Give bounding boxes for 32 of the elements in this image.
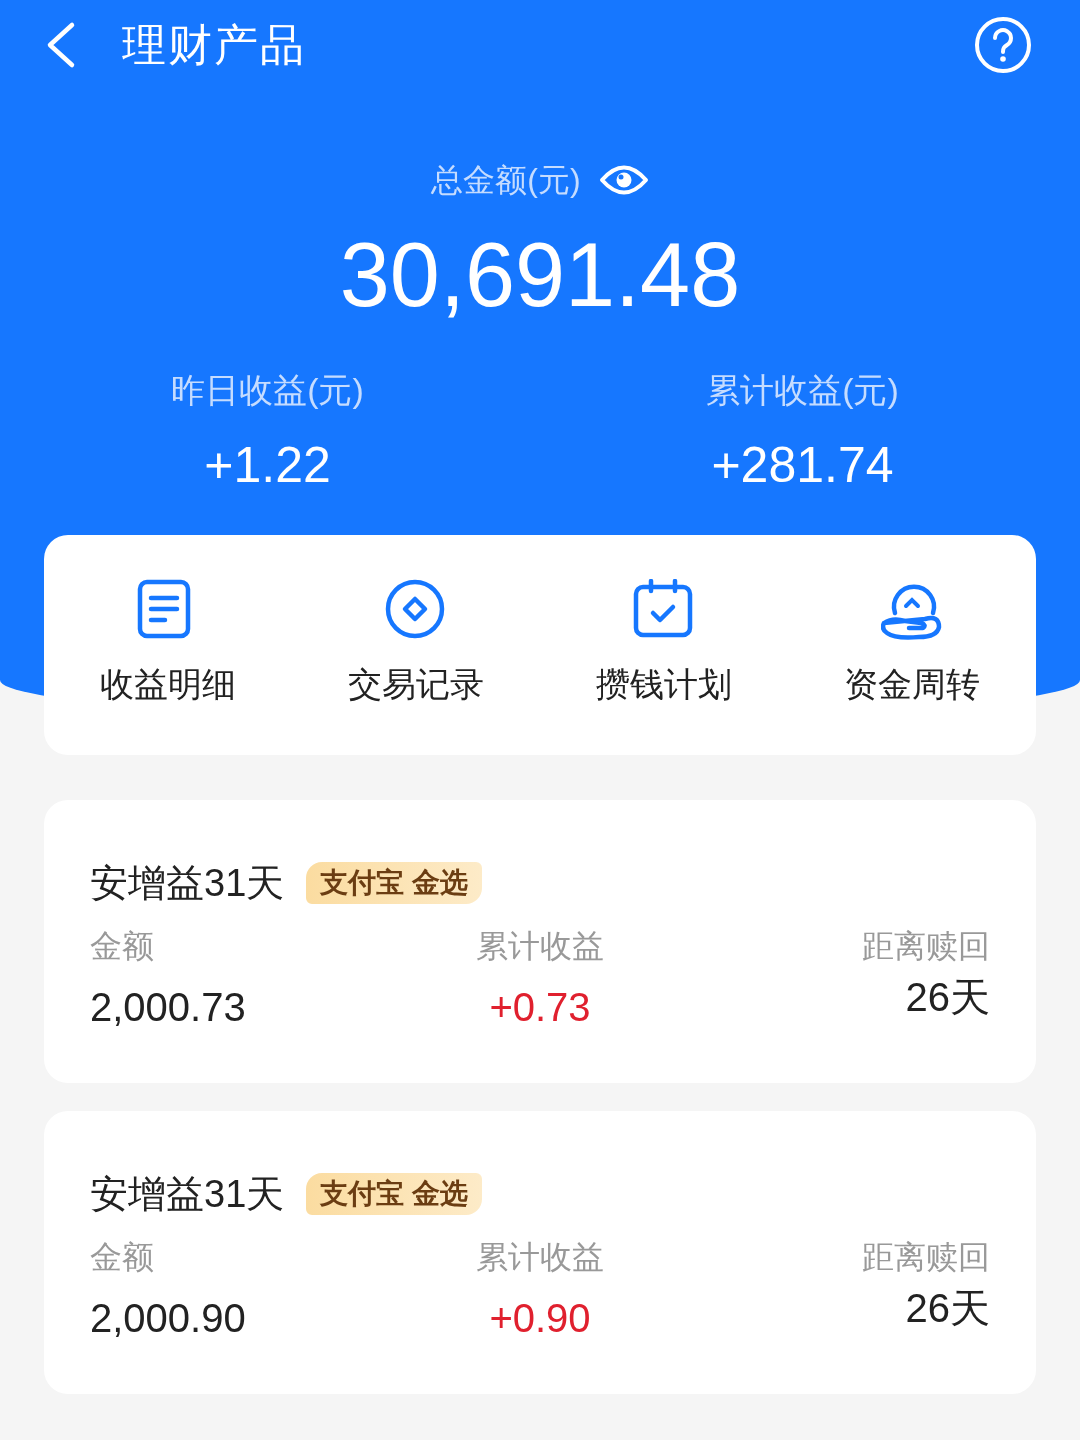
field-value: +0.90: [489, 1295, 591, 1342]
total-label: 总金额(元): [431, 161, 581, 200]
product-name: 安增益31天: [90, 1171, 285, 1217]
shortcut-button[interactable]: 交易记录: [292, 579, 540, 755]
product-card[interactable]: 安增益31天 支付宝 金选 金额 2,000.73 累计收益 +0.73 距离赎回 26天: [44, 800, 1036, 1083]
field-value: 26天: [905, 974, 990, 1021]
field-label: 累计收益: [476, 927, 604, 966]
field-value: 26天: [905, 1285, 990, 1332]
product-name: 安增益31天: [90, 860, 285, 906]
product-card[interactable]: 安增益31天 支付宝 金选 金额 2,000.90 累计收益 +0.90 距离赎回 26天: [44, 1111, 1036, 1394]
stat-value: +1.22: [204, 436, 331, 495]
eye-icon[interactable]: [598, 163, 649, 197]
stat-value: +281.74: [711, 436, 894, 495]
stat-label: 累计收益(元): [706, 370, 899, 411]
field-label: 距离赎回: [862, 1238, 990, 1277]
stat-label: 昨日收益(元): [171, 370, 364, 411]
field-label: 金额: [90, 1238, 154, 1277]
shortcut-button[interactable]: 资金周转: [788, 579, 1036, 755]
field-label: 金额: [90, 927, 154, 966]
product-badge: 支付宝 金选: [306, 1173, 483, 1215]
field-value: 2,000.73: [90, 984, 246, 1031]
total-amount: 30,691.48: [339, 225, 741, 325]
product-badge: 支付宝 金选: [306, 862, 483, 904]
page-title: 理财产品: [122, 19, 306, 71]
field-label: 距离赎回: [862, 927, 990, 966]
help-icon[interactable]: [974, 16, 1032, 74]
field-label: 累计收益: [476, 1238, 604, 1277]
diamond-coin-icon: [385, 579, 447, 641]
shortcut-button[interactable]: 收益明细: [44, 579, 292, 755]
field-value: 2,000.90: [90, 1295, 246, 1342]
field-value: +0.73: [489, 984, 591, 1031]
shortcut-button[interactable]: 攒钱计划: [540, 579, 788, 755]
